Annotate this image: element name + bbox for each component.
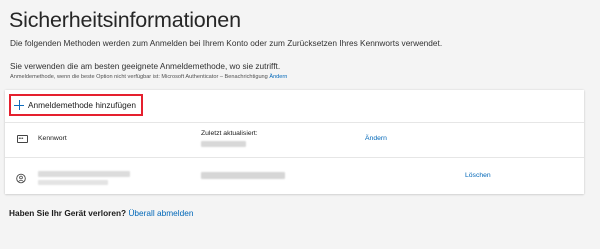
method-label: Kennwort [38, 135, 67, 142]
redacted-device-name [201, 172, 285, 179]
method-row-password: Kennwort Zuletzt aktualisiert: Ändern [5, 122, 584, 157]
sign-out-everywhere-link[interactable]: Überall abmelden [128, 208, 193, 218]
add-method-button[interactable]: Anmeldemethode hinzufügen [9, 94, 143, 116]
change-default-method-link[interactable]: Ändern [269, 74, 287, 80]
page-title: Sicherheitsinformationen [9, 8, 241, 32]
default-method-text: Anmeldemethode, wenn die beste Option ni… [10, 74, 268, 80]
lost-device-question: Haben Sie Ihr Gerät verloren? [9, 208, 127, 218]
recommendation-text: Sie verwenden die am besten geeignete An… [10, 61, 281, 71]
method-row-authenticator: Löschen [5, 157, 584, 194]
delete-method-link[interactable]: Löschen [465, 172, 491, 179]
change-password-link[interactable]: Ändern [365, 135, 387, 142]
redacted-date [201, 141, 246, 147]
password-icon [17, 134, 28, 144]
add-method-label: Anmeldemethode hinzufügen [28, 100, 136, 110]
redacted-method-name [38, 171, 130, 177]
security-methods-card: Anmeldemethode hinzufügen Kennwort Zulet… [5, 90, 584, 194]
default-method-line: Anmeldemethode, wenn die beste Option ni… [10, 74, 287, 80]
authenticator-icon [16, 171, 26, 184]
last-updated-label: Zuletzt aktualisiert: [201, 130, 258, 137]
redacted-method-detail [38, 180, 108, 185]
lost-device-line: Haben Sie Ihr Gerät verloren? Überall ab… [9, 208, 193, 218]
plus-icon [14, 100, 24, 110]
page-description: Die folgenden Methoden werden zum Anmeld… [10, 38, 443, 48]
